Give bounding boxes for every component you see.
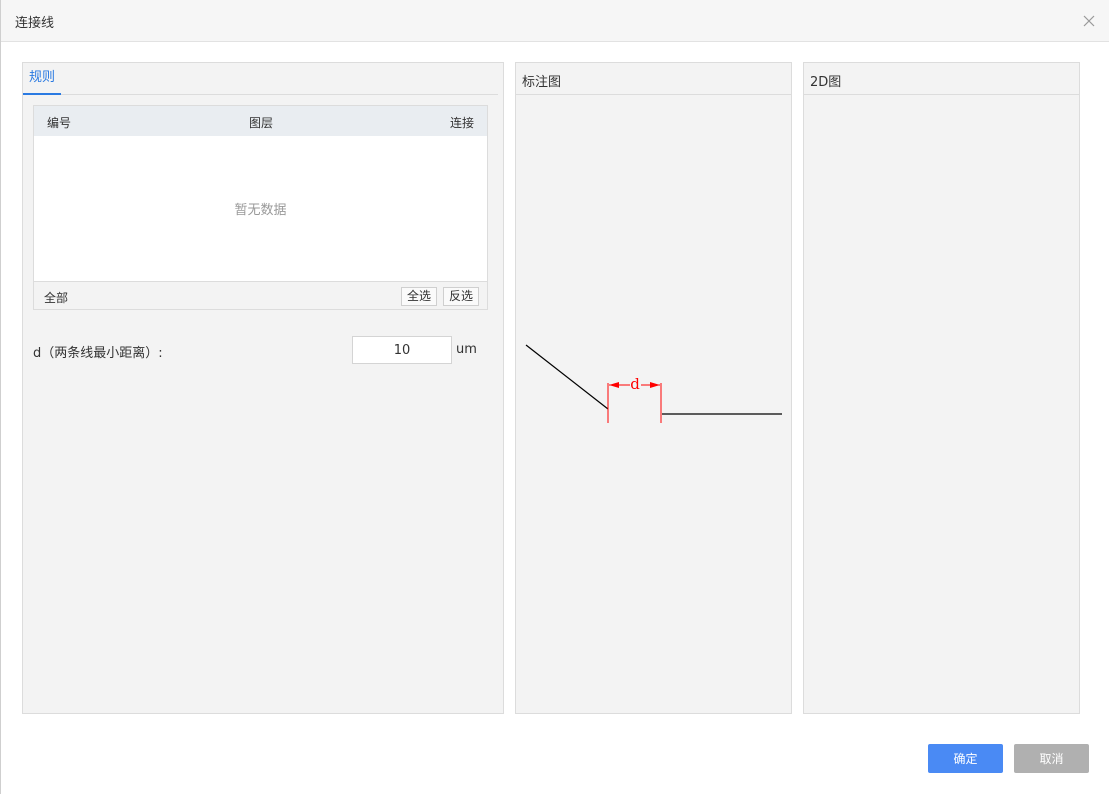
view-2d-panel-header: 2D图 xyxy=(804,63,1079,95)
min-distance-label: d（两条线最小距离）: xyxy=(33,346,163,361)
dialog-header: 连接线 xyxy=(1,0,1109,42)
dimension-label: d xyxy=(630,375,640,393)
tab-divider xyxy=(23,94,498,95)
connection-line-dialog: 连接线 规则 编号 图层 连接 暂无数据 全部 全选 反选 d（两条线最小距离）… xyxy=(0,0,1109,794)
invert-selection-button[interactable]: 反选 xyxy=(443,287,480,306)
min-distance-unit: um xyxy=(456,342,477,357)
ok-button[interactable]: 确定 xyxy=(928,744,1003,773)
table-header: 编号 图层 连接 xyxy=(34,106,487,136)
annotation-panel-title: 标注图 xyxy=(522,75,562,90)
column-header-layer[interactable]: 图层 xyxy=(249,114,273,131)
empty-state: 暂无数据 xyxy=(234,203,287,218)
table-footer: 全部 全选 反选 xyxy=(34,281,487,309)
column-header-id[interactable]: 编号 xyxy=(47,114,71,131)
close-icon[interactable] xyxy=(1080,12,1098,30)
annotation-panel-header: 标注图 xyxy=(516,63,791,95)
view-2d-panel-title: 2D图 xyxy=(810,75,842,90)
annotation-panel: 标注图 d xyxy=(515,62,792,714)
dialog-title: 连接线 xyxy=(15,16,55,31)
column-header-connect[interactable]: 连接 xyxy=(450,114,474,131)
annotation-diagram: d xyxy=(525,344,782,423)
select-all-button[interactable]: 全选 xyxy=(401,287,438,306)
cancel-button[interactable]: 取消 xyxy=(1014,744,1089,773)
rules-table: 编号 图层 连接 暂无数据 全部 全选 反选 xyxy=(33,105,488,310)
tab-rules[interactable]: 规则 xyxy=(23,63,62,95)
arrow-right-icon xyxy=(650,382,660,388)
footer-all-label: 全部 xyxy=(44,291,69,305)
slanted-line xyxy=(525,344,609,410)
min-distance-input[interactable] xyxy=(352,336,452,364)
rules-panel: 规则 编号 图层 连接 暂无数据 全部 全选 反选 d（两条线最小距离）: um xyxy=(22,62,504,714)
arrow-left-icon xyxy=(609,382,619,388)
view-2d-panel: 2D图 xyxy=(803,62,1080,714)
